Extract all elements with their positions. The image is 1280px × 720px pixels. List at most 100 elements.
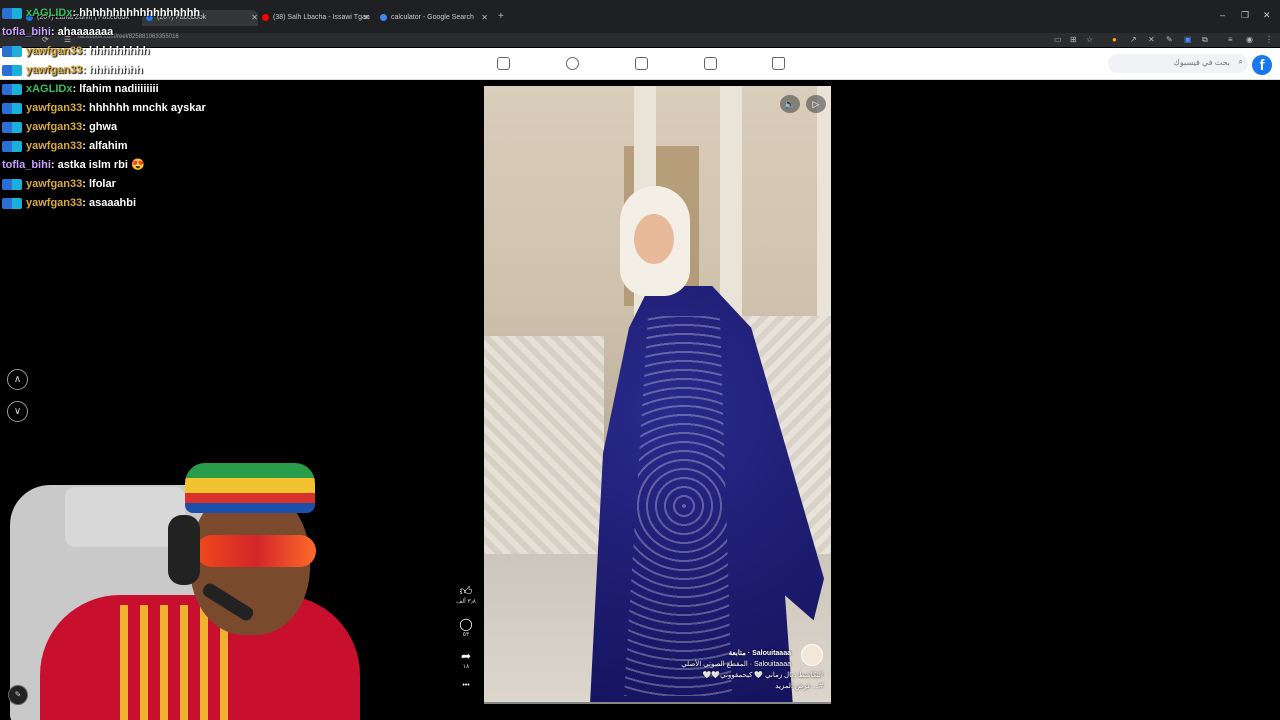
- chat-username: yawfgan33: [26, 178, 83, 190]
- chat-text: : hhhhhhhhh: [82, 45, 150, 57]
- reel-caption: التكاشط ديال زماني 🤍 كيحمقووني🤍🤍: [702, 672, 823, 679]
- webcam-sunglasses: [196, 535, 316, 567]
- badge-icon: [2, 45, 22, 57]
- share-count: ١٨: [462, 664, 470, 670]
- tab-title: calculator - Google Search: [391, 14, 474, 21]
- google-favicon-icon: [380, 13, 387, 21]
- stream-chat: xAGLIDx: hhhhhhhhhhhhhhhhhh tofla_bihi: …: [2, 4, 332, 213]
- chat-username: xAGLIDx: [26, 7, 73, 19]
- new-tab-button[interactable]: +: [498, 11, 504, 22]
- pen-icon[interactable]: ✎: [1166, 35, 1173, 44]
- chat-username: yawfgan33: [26, 64, 83, 76]
- badge-icon: [2, 102, 22, 114]
- bookmark-star-icon[interactable]: ☆: [1086, 35, 1093, 44]
- extension-icon[interactable]: ✕: [1148, 35, 1155, 44]
- badge-icon: [2, 197, 22, 209]
- next-reel-button[interactable]: ∨: [7, 401, 28, 422]
- extension-icon[interactable]: ●: [1112, 35, 1117, 44]
- chat-username: tofla_bihi: [2, 159, 51, 171]
- webcam-headband: [185, 463, 315, 513]
- chat-text: : alfahim: [82, 140, 128, 152]
- chat-text: : hhhhhh mnchk ayskar: [82, 102, 206, 114]
- chat-message: yawfgan33: hhhhhh mnchk ayskar: [2, 99, 332, 118]
- chat-text: : asaaahbi: [82, 197, 137, 209]
- chat-message: tofla_bihi: ahaaaaaaa: [2, 23, 332, 42]
- chat-username: xAGLIDx: [26, 83, 73, 95]
- comment-count: ٥٣: [462, 632, 470, 638]
- video-subject: [634, 214, 674, 264]
- chat-text: : hhhhhhhh: [82, 64, 143, 76]
- like-action[interactable]: 👍︎ ٣٫٨ ألف: [452, 584, 480, 606]
- video-icon[interactable]: [704, 57, 717, 70]
- gaming-icon[interactable]: [497, 57, 510, 70]
- chat-message: xAGLIDx: hhhhhhhhhhhhhhhhhh: [2, 4, 332, 23]
- chat-username: tofla_bihi: [2, 26, 51, 38]
- edit-icon[interactable]: ✎: [8, 685, 28, 705]
- like-icon[interactable]: 👍︎: [452, 584, 480, 598]
- close-tab-icon[interactable]: ✕: [481, 10, 488, 26]
- badge-icon: [2, 121, 22, 133]
- chat-username: yawfgan33: [26, 140, 83, 152]
- badge-icon: [2, 7, 22, 19]
- translate-icon[interactable]: ⊞: [1070, 35, 1077, 44]
- audio-label[interactable]: Salouitaaaa · المقطع الصوتي الأصلي: [583, 659, 791, 670]
- marketplace-icon[interactable]: [635, 57, 648, 70]
- search-input[interactable]: [1118, 57, 1232, 68]
- reel-caption-block: Salouitaaaa · متابعة Salouitaaaa · المقط…: [583, 648, 823, 692]
- chat-message: yawfgan33: asaaahbi: [2, 194, 332, 213]
- mute-icon[interactable]: 🔈: [780, 95, 800, 113]
- facebook-search[interactable]: ⌕: [1108, 54, 1248, 73]
- chat-username: yawfgan33: [26, 102, 83, 114]
- badge-icon: [2, 64, 22, 76]
- comment-action[interactable]: ◯ ٥٣: [452, 617, 480, 639]
- chat-text: : astka islm rbi 😍: [50, 159, 145, 171]
- comment-icon[interactable]: ◯: [452, 617, 480, 631]
- video-progress-bar[interactable]: [484, 702, 831, 704]
- facebook-logo[interactable]: f: [1252, 55, 1272, 75]
- share-icon[interactable]: ➦: [452, 649, 480, 663]
- extensions-puzzle-icon[interactable]: ⧉: [1202, 35, 1208, 45]
- previous-reel-button[interactable]: ∧: [7, 369, 28, 390]
- chat-message: yawfgan33: ghwa: [2, 118, 332, 137]
- reel-video[interactable]: 🔈 ▷ Salouitaaaa · متابعة Salouitaaaa · ا…: [484, 86, 831, 704]
- minimize-button[interactable]: –: [1220, 10, 1225, 20]
- close-window-button[interactable]: ✕: [1263, 10, 1271, 21]
- webcam-headset: [168, 515, 200, 585]
- chat-message: yawfgan33: hhhhhhhh: [2, 61, 332, 80]
- chat-text: : lfolar: [82, 178, 116, 190]
- search-icon: ⌕: [1238, 57, 1243, 66]
- extension-icon[interactable]: ↗: [1130, 35, 1137, 44]
- chat-username: yawfgan33: [26, 121, 83, 133]
- chat-message: xAGLIDx: lfahim nadiiiiiiii: [2, 80, 332, 99]
- chat-username: yawfgan33: [26, 197, 83, 209]
- chat-message: yawfgan33: hhhhhhhhh: [2, 42, 332, 61]
- browser-tab[interactable]: calculator - Google Search ✕: [380, 10, 488, 26]
- webcam-chair: [65, 487, 185, 547]
- restore-button[interactable]: ❐: [1241, 10, 1249, 21]
- chat-username: yawfgan33: [26, 45, 83, 57]
- see-more-link[interactable]: #... عرض المزيد: [583, 681, 823, 692]
- author-name[interactable]: Salouitaaaa: [752, 650, 791, 657]
- play-icon[interactable]: ▷: [806, 95, 826, 113]
- chat-message: yawfgan33: lfolar: [2, 175, 332, 194]
- badge-icon: [2, 178, 22, 190]
- chat-message: yawfgan33: alfahim: [2, 137, 332, 156]
- tab-search-icon[interactable]: ≡: [1228, 35, 1233, 44]
- groups-icon[interactable]: [566, 57, 579, 70]
- chat-text: : hhhhhhhhhhhhhhhhhh: [72, 7, 201, 19]
- chat-text: : ghwa: [82, 121, 118, 133]
- badge-icon: [2, 140, 22, 152]
- home-icon[interactable]: [772, 57, 785, 70]
- badge-icon: [2, 83, 22, 95]
- extension-icon[interactable]: ▣: [1184, 35, 1192, 44]
- profile-icon[interactable]: ◉: [1246, 35, 1253, 44]
- follow-button[interactable]: متابعة: [729, 650, 746, 657]
- close-tab-icon[interactable]: ✕: [363, 10, 370, 26]
- menu-icon[interactable]: ⋮: [1265, 35, 1273, 44]
- like-count: ٣٫٨ ألف: [456, 599, 476, 605]
- cast-icon[interactable]: ▭: [1054, 35, 1062, 44]
- webcam-overlay: [0, 455, 365, 720]
- more-options-button[interactable]: •••: [452, 682, 480, 689]
- chat-text: : lfahim nadiiiiiiii: [72, 83, 159, 95]
- share-action[interactable]: ➦ ١٨: [452, 649, 480, 671]
